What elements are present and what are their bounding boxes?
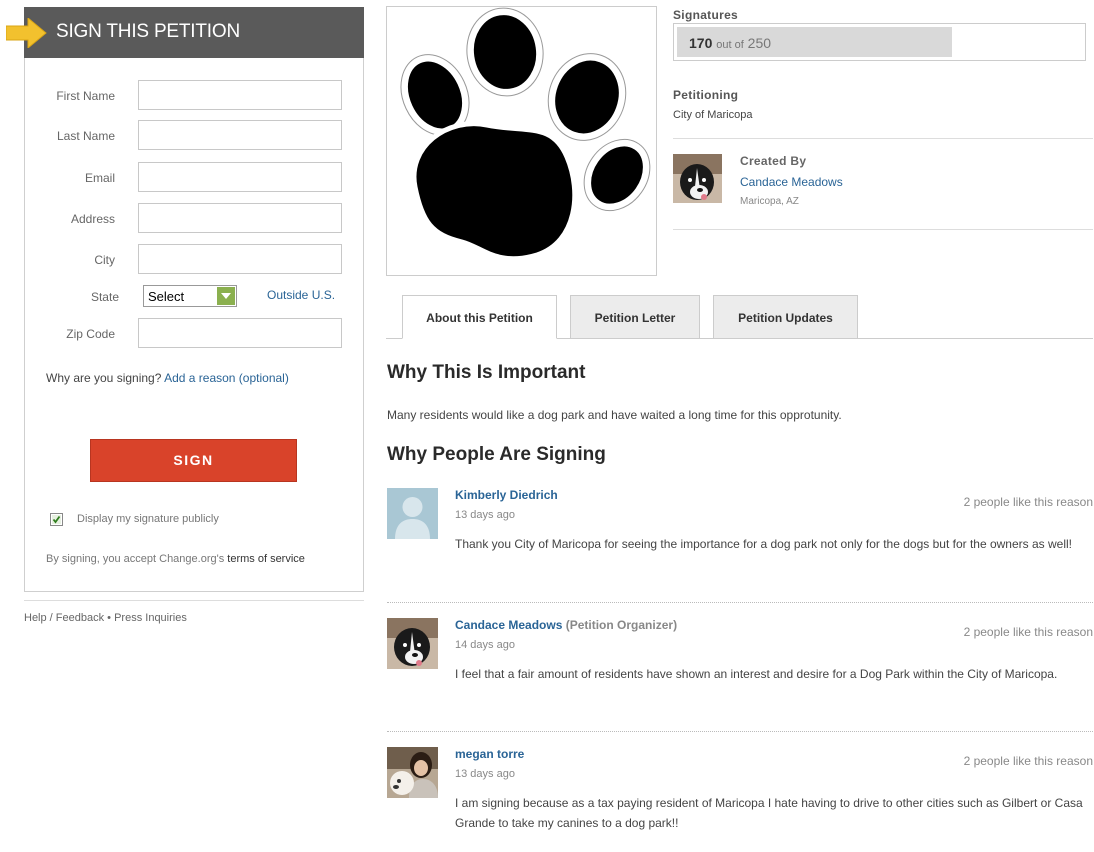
- reason-divider: [387, 731, 1093, 732]
- reason-author-role: (Petition Organizer): [565, 618, 678, 632]
- signatures-label: Signatures: [673, 8, 739, 22]
- creator-location: Maricopa, AZ: [740, 196, 799, 207]
- reason-divider: [387, 602, 1093, 603]
- reason-author-link[interactable]: Kimberly Diedrich: [455, 488, 558, 502]
- state-select[interactable]: Select: [143, 285, 237, 307]
- state-select-value: Select: [148, 289, 185, 304]
- display-signature-checkbox[interactable]: [50, 513, 63, 526]
- signatures-count: 170: [689, 35, 713, 51]
- email-label: Email: [84, 171, 115, 185]
- zip-code-input[interactable]: [138, 318, 342, 348]
- tab-about-petition[interactable]: About this Petition: [402, 295, 557, 339]
- tab-petition-updates[interactable]: Petition Updates: [713, 295, 858, 339]
- organizer-avatar[interactable]: [387, 618, 438, 669]
- petitioning-label: Petitioning: [673, 88, 739, 102]
- footer-links: Help / Feedback • Press Inquiries: [24, 612, 187, 624]
- help-feedback-link[interactable]: Help / Feedback: [24, 612, 104, 624]
- tab-petition-letter[interactable]: Petition Letter: [570, 295, 700, 339]
- footer-separator: •: [107, 612, 112, 624]
- reason-likes[interactable]: 2 people like this reason: [964, 495, 1093, 509]
- reason-date: 13 days ago: [455, 509, 515, 521]
- signatures-count-text: 170 out of 250: [689, 35, 771, 51]
- signatures-goal: 250: [747, 35, 772, 51]
- creator-name-link[interactable]: Candace Meadows: [740, 175, 843, 189]
- reason-likes[interactable]: 2 people like this reason: [964, 754, 1093, 768]
- default-avatar-icon[interactable]: [387, 488, 438, 539]
- chevron-down-icon[interactable]: [217, 287, 235, 305]
- email-input[interactable]: [138, 162, 342, 192]
- sign-petition-title: SIGN THIS PETITION: [56, 21, 240, 42]
- city-label: City: [94, 253, 115, 267]
- reason-date: 13 days ago: [455, 768, 515, 780]
- checkmark-icon: [52, 515, 61, 524]
- last-name-input[interactable]: [138, 120, 342, 150]
- footer-divider: [24, 600, 364, 601]
- paw-print-icon: [400, 7, 651, 262]
- why-important-text: Many residents would like a dog park and…: [387, 408, 842, 422]
- city-input[interactable]: [138, 244, 342, 274]
- reason-author-line: Candace Meadows (Petition Organizer): [455, 618, 677, 632]
- why-signing-prompt: Why are you signing? Add a reason (optio…: [46, 371, 289, 385]
- reason-author-link[interactable]: Candace Meadows: [455, 618, 562, 632]
- arrow-right-icon: [6, 18, 47, 48]
- creator-divider: [673, 229, 1093, 230]
- terms-of-service-link[interactable]: terms of service: [227, 553, 305, 565]
- petitioning-divider: [673, 138, 1093, 139]
- reason-author-link[interactable]: megan torre: [455, 747, 524, 761]
- display-signature-label: Display my signature publicly: [77, 513, 219, 525]
- terms-notice: By signing, you accept Change.org's term…: [46, 553, 305, 565]
- address-input[interactable]: [138, 203, 342, 233]
- press-inquiries-link[interactable]: Press Inquiries: [114, 612, 187, 624]
- first-name-label: First Name: [56, 89, 115, 103]
- reason-likes[interactable]: 2 people like this reason: [964, 625, 1093, 639]
- reason-date: 14 days ago: [455, 639, 515, 651]
- add-reason-link[interactable]: Add a reason (optional): [164, 371, 289, 385]
- why-important-title: Why This Is Important: [387, 362, 586, 383]
- zip-code-label: Zip Code: [66, 327, 115, 341]
- signatures-progress-bar: 170 out of 250: [673, 23, 1086, 61]
- why-signing-title: Why People Are Signing: [387, 444, 606, 465]
- first-name-input[interactable]: [138, 80, 342, 110]
- outside-us-link[interactable]: Outside U.S.: [267, 288, 335, 302]
- signatures-out-of: out of: [716, 39, 744, 51]
- petition-photo: [386, 6, 657, 276]
- why-signing-label: Why are you signing?: [46, 371, 162, 385]
- reason-text: I feel that a fair amount of residents h…: [455, 667, 1058, 681]
- terms-prefix: By signing, you accept Change.org's: [46, 553, 225, 565]
- sign-petition-header: SIGN THIS PETITION: [6, 7, 364, 58]
- creator-avatar[interactable]: [673, 154, 722, 203]
- state-label: State: [90, 290, 119, 304]
- reason-text: I am signing because as a tax paying res…: [455, 796, 1083, 830]
- petitioning-target: City of Maricopa: [673, 109, 753, 121]
- address-label: Address: [70, 212, 115, 226]
- reason-text: Thank you City of Maricopa for seeing th…: [455, 537, 1072, 551]
- last-name-label: Last Name: [56, 129, 115, 143]
- user-avatar[interactable]: [387, 747, 438, 798]
- created-by-label: Created By: [740, 154, 807, 168]
- sign-button[interactable]: SIGN: [90, 439, 297, 482]
